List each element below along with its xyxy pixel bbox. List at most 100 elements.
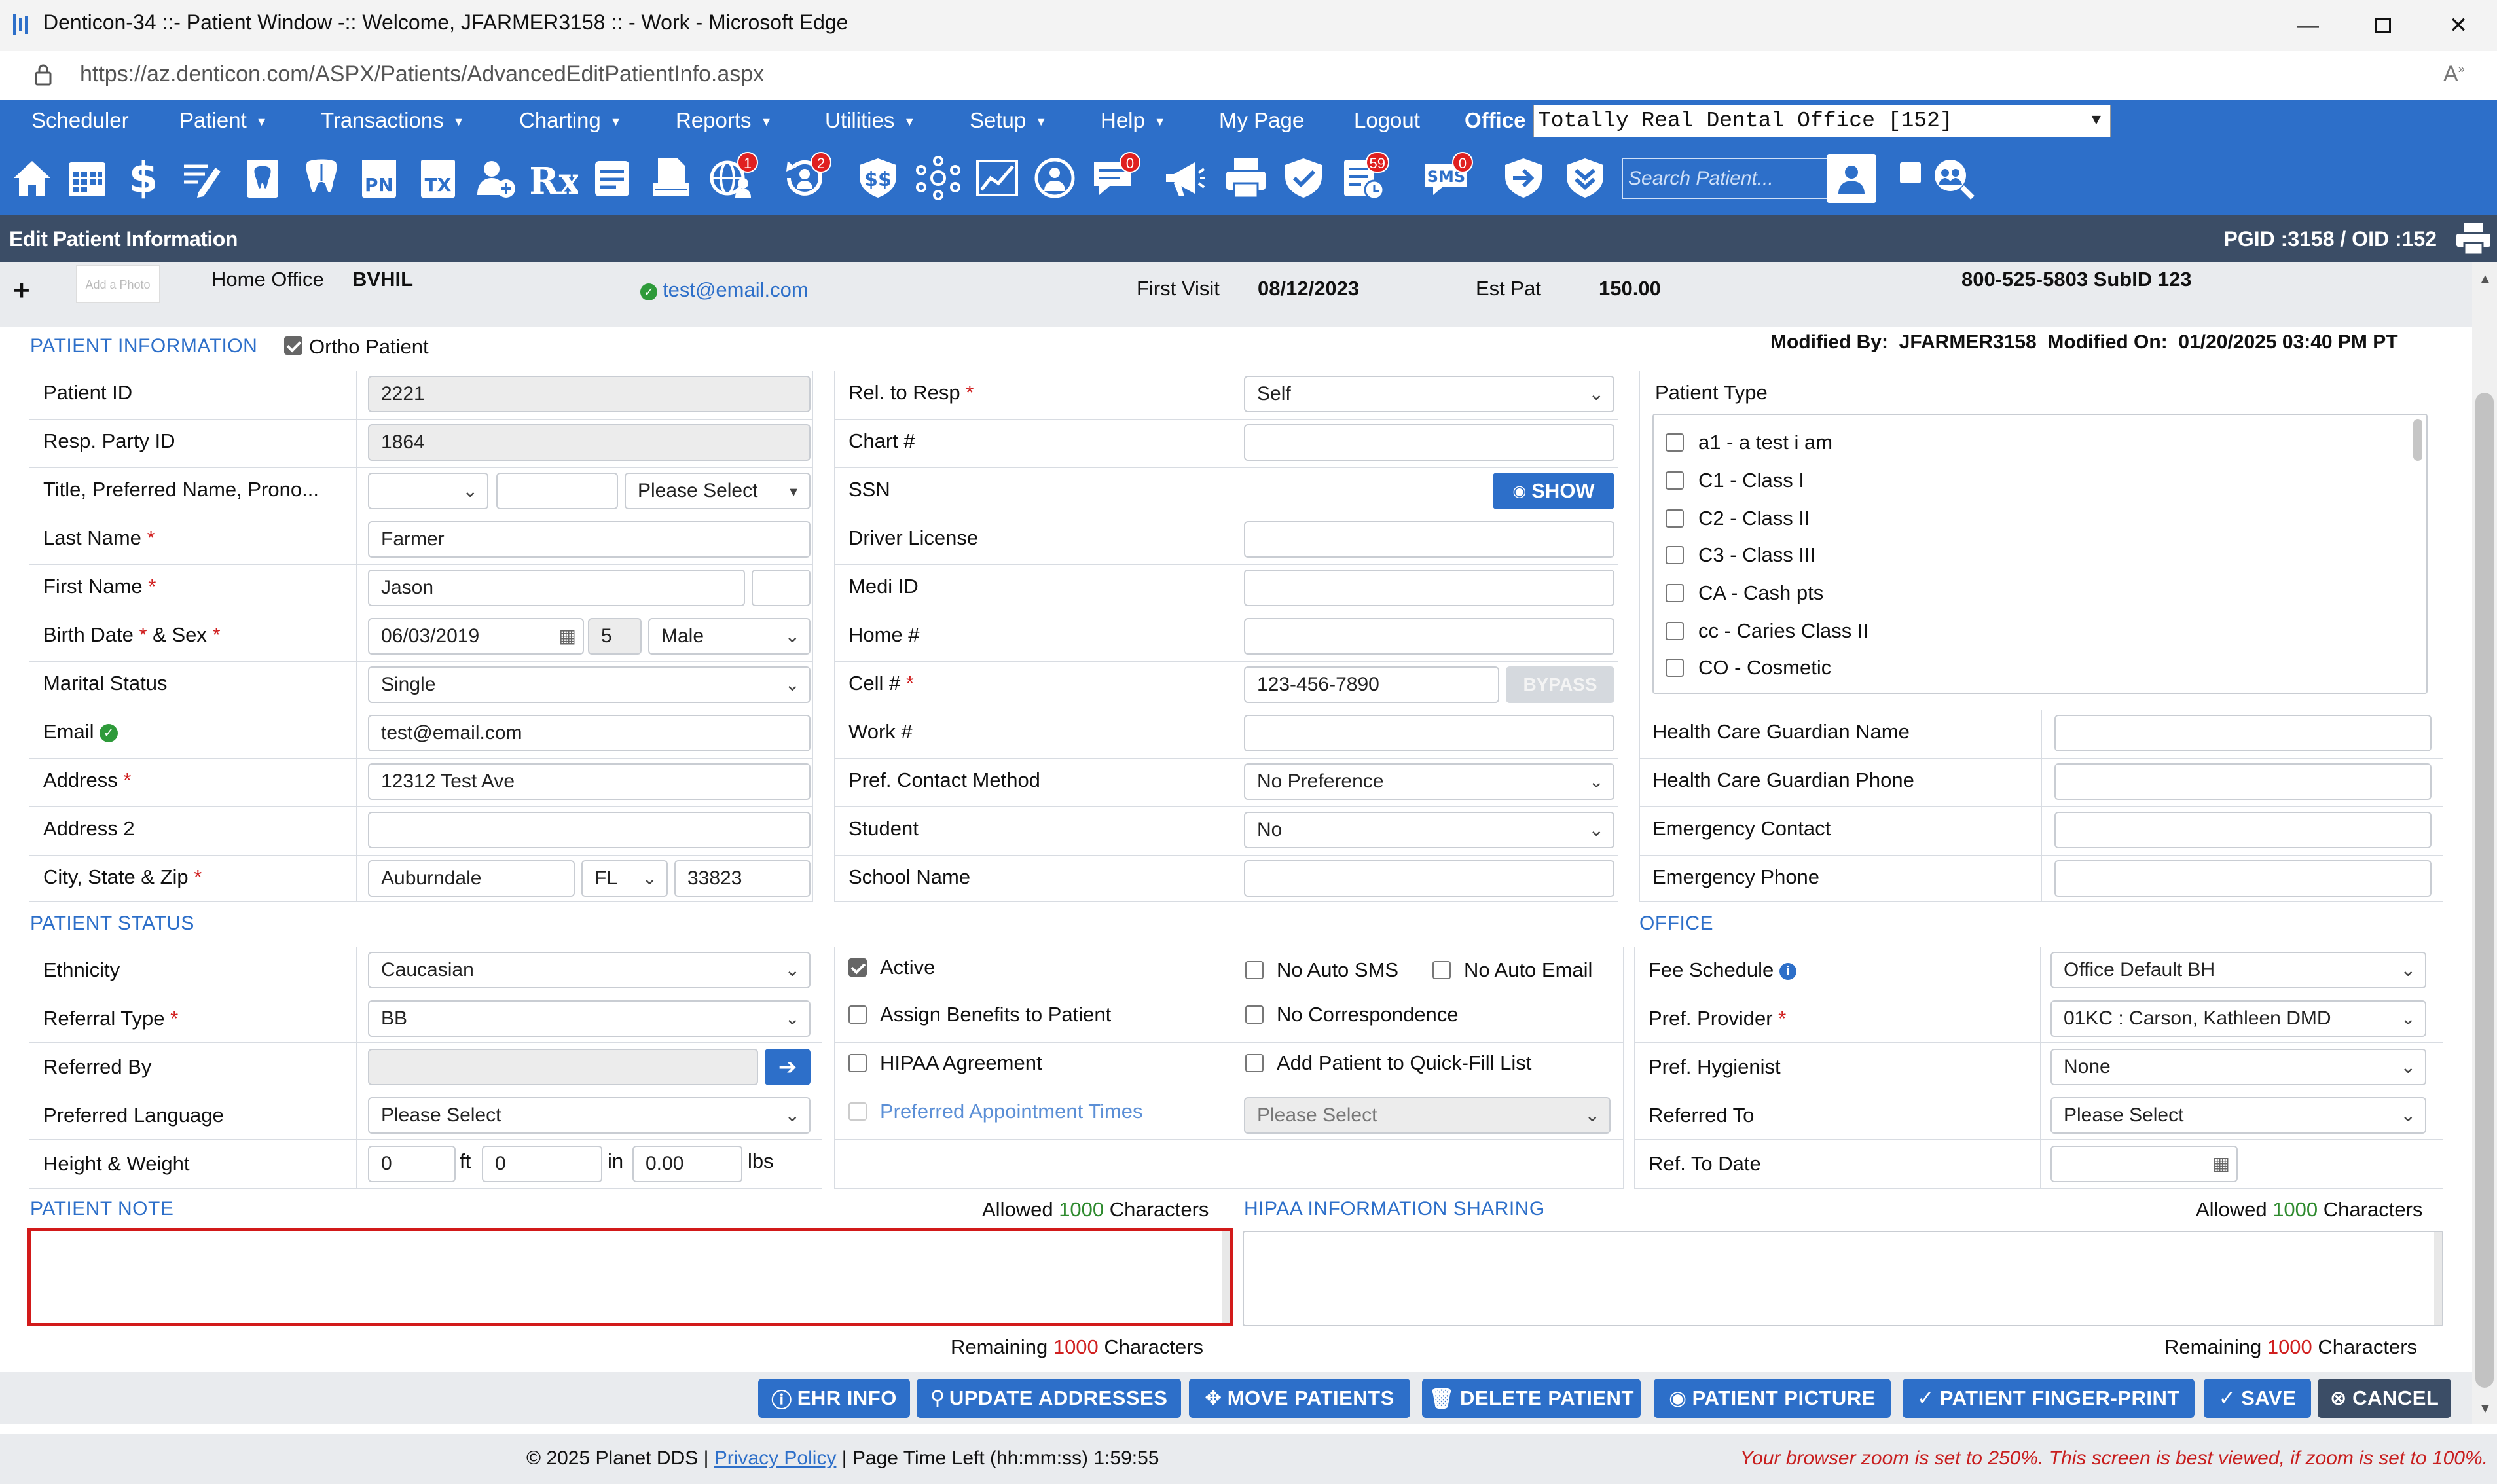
ehr-info-button[interactable]: ⓘ EHR INFO — [758, 1379, 910, 1418]
marital-status-select[interactable]: Single ⌄ — [368, 666, 811, 703]
hcg-name-field[interactable] — [2054, 715, 2432, 751]
menu-patient[interactable]: Patient ▼ — [179, 100, 268, 141]
rx-icon[interactable]: Rx — [528, 151, 581, 206]
patient-fingerprint-button[interactable]: ✓ PATIENT FINGER-PRINT — [1903, 1379, 2195, 1418]
school-name-field[interactable] — [1244, 860, 1614, 897]
network-icon[interactable] — [911, 151, 965, 206]
sex-select[interactable]: Male ⌄ — [648, 618, 811, 655]
menu-utilities[interactable]: Utilities ▼ — [825, 100, 915, 141]
pref-appt-times-link[interactable]: Preferred Appointment Times — [880, 1100, 1142, 1123]
height-in-field[interactable]: 0 — [482, 1146, 602, 1182]
menu-reports[interactable]: Reports ▼ — [676, 100, 772, 141]
home-phone-field[interactable] — [1244, 618, 1614, 655]
emergency-contact-field[interactable] — [2054, 812, 2432, 848]
cell-phone-field[interactable]: 123-456-7890 — [1244, 666, 1499, 703]
privacy-policy-link[interactable]: Privacy Policy — [714, 1447, 837, 1469]
sms-icon[interactable]: SMS 0 — [1419, 151, 1473, 206]
save-button[interactable]: ✓ SAVE — [2204, 1379, 2311, 1418]
birth-date-field[interactable]: 06/03/2019 ▦ — [368, 618, 584, 655]
chart-line-icon[interactable] — [970, 151, 1024, 206]
document-icon[interactable] — [585, 151, 639, 206]
patient-note-textarea[interactable] — [27, 1228, 1233, 1326]
menu-setup[interactable]: Setup ▼ — [970, 100, 1047, 141]
pn-icon[interactable]: PN — [352, 151, 406, 206]
rel-to-resp-select[interactable]: Self ⌄ — [1244, 376, 1614, 412]
hipaa-sharing-textarea[interactable] — [1243, 1231, 2443, 1326]
pref-provider-select[interactable]: 01KC : Carson, Kathleen DMD ⌄ — [2050, 1000, 2426, 1037]
tooth-chart-icon[interactable] — [236, 151, 289, 206]
pref-appt-times-checkbox[interactable] — [848, 1102, 867, 1121]
scroll-down-icon[interactable]: ▼ — [2479, 1402, 2492, 1417]
close-button[interactable]: ✕ — [2422, 5, 2494, 46]
menu-transactions[interactable]: Transactions ▼ — [321, 100, 465, 141]
no-correspondence-checkbox[interactable] — [1245, 1005, 1264, 1024]
preferred-name-field[interactable] — [496, 473, 618, 509]
email-link[interactable]: test@email.com — [663, 278, 809, 302]
pref-contact-select[interactable]: No Preference ⌄ — [1244, 763, 1614, 800]
referred-by-lookup-button[interactable]: ➔ — [765, 1049, 811, 1085]
update-addresses-button[interactable]: ⚲ UPDATE ADDRESSES — [917, 1379, 1181, 1418]
calendar-icon[interactable] — [60, 151, 114, 206]
menu-scheduler[interactable]: Scheduler — [31, 100, 129, 141]
patient-type-checkbox[interactable] — [1666, 546, 1684, 564]
patient-search-icon[interactable] — [1827, 154, 1876, 203]
ortho-patient-checkbox[interactable] — [284, 336, 302, 355]
ss-dollar-icon[interactable]: $$ — [851, 151, 905, 206]
url-text[interactable]: https://az.denticon.com/ASPX/Patients/Ad… — [80, 62, 764, 87]
state-select[interactable]: FL ⌄ — [581, 860, 668, 897]
megaphone-icon[interactable] — [1157, 151, 1211, 206]
weight-field[interactable]: 0.00 — [632, 1146, 742, 1182]
printer-icon[interactable] — [1219, 151, 1273, 206]
address2-field[interactable] — [368, 812, 811, 848]
menu-logout[interactable]: Logout — [1354, 100, 1420, 141]
last-name-field[interactable]: Farmer — [368, 521, 811, 558]
patient-type-checkbox[interactable] — [1666, 659, 1684, 677]
cancel-button[interactable]: ⊗ CANCEL — [2318, 1379, 2451, 1418]
search-patient-input[interactable]: Search Patient... — [1622, 158, 1832, 199]
group-search-icon[interactable] — [1926, 151, 1980, 206]
emergency-phone-field[interactable] — [2054, 860, 2432, 897]
patient-globe-icon[interactable] — [1028, 151, 1082, 206]
shield-check-icon[interactable] — [1277, 151, 1330, 206]
zip-field[interactable]: 33823 — [674, 860, 811, 897]
email-field[interactable]: test@email.com — [368, 715, 811, 751]
height-ft-field[interactable]: 0 — [368, 1146, 456, 1182]
fee-schedule-select[interactable]: Office Default BH ⌄ — [2050, 952, 2426, 988]
office-select[interactable]: Totally Real Dental Office [152] ▼ — [1533, 105, 2111, 137]
patient-type-checkbox[interactable] — [1666, 584, 1684, 602]
title-select[interactable]: ⌄ — [368, 473, 488, 509]
student-select[interactable]: No ⌄ — [1244, 812, 1614, 848]
add-photo-button[interactable]: Add a Photo — [76, 265, 160, 303]
menu-my-page[interactable]: My Page — [1219, 100, 1304, 141]
checklist-icon[interactable]: 59 — [1336, 151, 1389, 206]
dollar-icon[interactable]: $ — [117, 151, 170, 206]
preferred-language-select[interactable]: Please Select ⌄ — [368, 1097, 811, 1134]
globe-user-icon[interactable]: 1 — [704, 151, 758, 206]
arrow-right-icon[interactable] — [1497, 151, 1550, 206]
ethnicity-select[interactable]: Caucasian ⌄ — [368, 952, 811, 988]
minimize-button[interactable]: — — [2272, 5, 2344, 46]
patient-type-checkbox[interactable] — [1666, 622, 1684, 640]
patient-picture-button[interactable]: ◉ PATIENT PICTURE — [1654, 1379, 1891, 1418]
teeth-icon[interactable] — [295, 151, 348, 206]
referral-type-select[interactable]: BB ⌄ — [368, 1000, 811, 1037]
work-phone-field[interactable] — [1244, 715, 1614, 751]
info-icon[interactable]: i — [1779, 962, 1796, 980]
quick-fill-checkbox[interactable] — [1245, 1054, 1264, 1072]
maximize-button[interactable] — [2347, 5, 2419, 46]
address-field[interactable]: 12312 Test Ave — [368, 763, 811, 800]
driver-license-field[interactable] — [1244, 521, 1614, 558]
menu-charting[interactable]: Charting ▼ — [519, 100, 622, 141]
pronoun-select[interactable]: Please Select ▼ — [625, 473, 811, 509]
city-field[interactable]: Auburndale — [368, 860, 575, 897]
calendar-picker-icon[interactable]: ▦ — [2213, 1147, 2230, 1181]
expand-icon[interactable]: + — [13, 274, 30, 307]
hcg-phone-field[interactable] — [2054, 763, 2432, 800]
hipaa-agreement-checkbox[interactable] — [848, 1054, 867, 1072]
patient-type-checkbox[interactable] — [1666, 471, 1684, 490]
patient-type-checkbox[interactable] — [1666, 433, 1684, 452]
referred-to-select[interactable]: Please Select ⌄ — [2050, 1097, 2426, 1134]
chart-field[interactable] — [1244, 424, 1614, 461]
delete-patient-button[interactable]: 🗑 DELETE PATIENT — [1422, 1379, 1641, 1418]
assign-benefits-checkbox[interactable] — [848, 1005, 867, 1024]
